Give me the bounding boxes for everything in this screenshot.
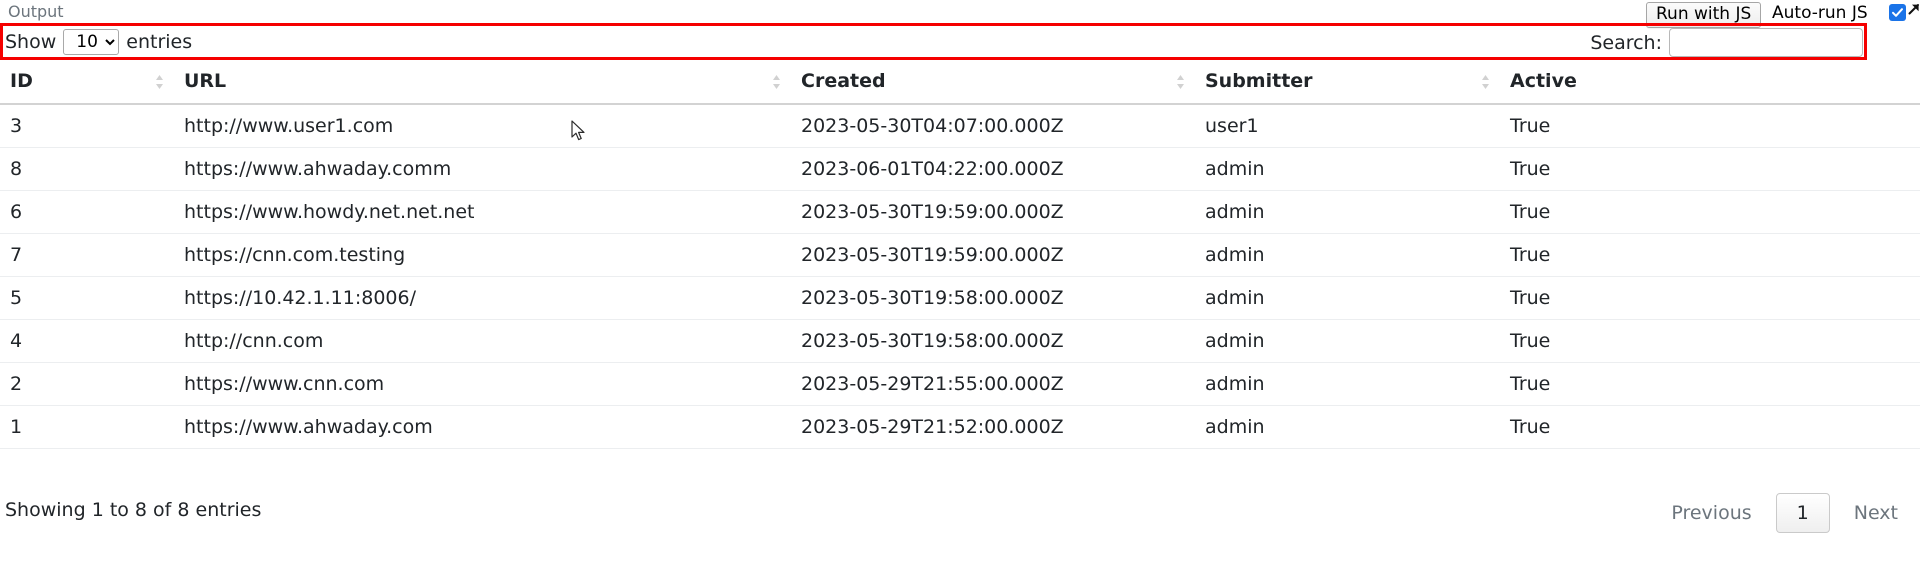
cell-submitter: admin (1195, 405, 1500, 449)
pagination-next[interactable]: Next (1840, 494, 1912, 532)
table-controls: Show 10 entries Search: (0, 23, 1920, 61)
cell-active: True (1500, 319, 1920, 363)
column-header-submitter[interactable]: Submitter (1195, 61, 1500, 105)
table-row[interactable]: 5 https://10.42.1.11:8006/2023-05-30T19:5… (0, 276, 1920, 320)
cell-id: 3 (0, 104, 174, 148)
cell-created: 2023-05-29T21:55:00.000Z (791, 362, 1195, 406)
page-length-control: Show 10 entries (5, 29, 192, 55)
table-header-row: ID URL Created Submitter Active (0, 61, 1920, 105)
cell-created: 2023-05-29T21:52:00.000Z (791, 405, 1195, 449)
results-table: ID URL Created Submitter Active 3 http:/… (0, 61, 1920, 449)
cell-url: https://www.ahwaday.com (174, 405, 791, 449)
column-header-active-label: Active (1510, 70, 1577, 92)
column-header-url[interactable]: URL (174, 61, 791, 105)
column-header-url-label: URL (184, 70, 227, 92)
sort-arrows-icon (1482, 75, 1489, 89)
sort-arrows-icon (156, 75, 163, 89)
column-header-created-label: Created (801, 70, 886, 92)
column-header-submitter-label: Submitter (1205, 70, 1313, 92)
search-label: Search: (1590, 31, 1662, 54)
results-table-wrapper: ID URL Created Submitter Active 3 http:/… (0, 61, 1920, 449)
cell-active: True (1500, 362, 1920, 406)
page-length-select[interactable]: 10 (63, 29, 120, 55)
auto-run-js-checkbox[interactable] (1889, 4, 1906, 21)
cell-created: 2023-05-30T19:59:00.000Z (791, 190, 1195, 234)
cell-created: 2023-05-30T19:59:00.000Z (791, 233, 1195, 277)
pagination: Previous 1 Next (1657, 493, 1912, 533)
cell-created: 2023-05-30T04:07:00.000Z (791, 104, 1195, 148)
cell-url: https://www.cnn.com (174, 362, 791, 406)
cell-id: 7 (0, 233, 174, 277)
table-row[interactable]: 6 https://www.howdy.net.net.net 2023-05-30… (0, 190, 1920, 234)
cell-url: https://10.42.1.11:8006/ (174, 276, 791, 320)
cell-url: https://www.ahwaday.comm (174, 147, 791, 191)
cell-url: http://cnn.com (174, 319, 791, 363)
cell-submitter: admin (1195, 190, 1500, 234)
table-row[interactable]: 4 http://cnn.com 2023-05-30T19:58:00.000Z a… (0, 319, 1920, 363)
cell-created: 2023-05-30T19:58:00.000Z (791, 319, 1195, 363)
cell-id: 8 (0, 147, 174, 191)
cell-url: https://www.howdy.net.net.net (174, 190, 791, 234)
entries-label: entries (126, 31, 193, 53)
table-head: ID URL Created Submitter Active (0, 61, 1920, 105)
auto-run-js-label: Auto-run JS (1772, 3, 1868, 23)
cell-active: True (1500, 190, 1920, 234)
cell-active: True (1500, 147, 1920, 191)
arrow-up-right-icon[interactable] (1905, 0, 1920, 18)
table-body: 3 http://www.user1.com 2023-05-30T04:07:00… (0, 104, 1920, 449)
output-label: Output (8, 2, 64, 21)
cell-active: True (1500, 104, 1920, 148)
cell-submitter: admin (1195, 362, 1500, 406)
checkmark-icon (1892, 8, 1903, 17)
pagination-previous[interactable]: Previous (1657, 494, 1765, 532)
cell-submitter: admin (1195, 233, 1500, 277)
table-footer: Showing 1 to 8 of 8 entries Previous 1 N… (0, 488, 1920, 538)
cell-created: 2023-05-30T19:58:00.000Z (791, 276, 1195, 320)
cell-active: True (1500, 276, 1920, 320)
column-header-created[interactable]: Created (791, 61, 1195, 105)
column-header-active[interactable]: Active (1500, 61, 1920, 105)
cell-active: True (1500, 233, 1920, 277)
table-row[interactable]: 2 https://www.cnn.com 2023-05-29T21:55:00.… (0, 362, 1920, 406)
cell-id: 5 (0, 276, 174, 320)
cell-created: 2023-06-01T04:22:00.000Z (791, 147, 1195, 191)
sort-arrows-icon (1177, 75, 1184, 89)
table-row[interactable]: 7 https://cnn.com.testing 2023-05-30T19:59… (0, 233, 1920, 277)
cell-submitter: admin (1195, 276, 1500, 320)
column-header-id-label: ID (10, 70, 33, 92)
cell-url: https://cnn.com.testing (174, 233, 791, 277)
cell-url: http://www.user1.com (174, 104, 791, 148)
cell-submitter: user1 (1195, 104, 1500, 148)
table-row[interactable]: 1 https://www.ahwaday.com 2023-05-29T21:52… (0, 405, 1920, 449)
column-header-id[interactable]: ID (0, 61, 174, 105)
cell-id: 6 (0, 190, 174, 234)
search-input[interactable] (1669, 28, 1863, 57)
cell-id: 1 (0, 405, 174, 449)
cell-submitter: admin (1195, 147, 1500, 191)
table-row[interactable]: 8 https://www.ahwaday.comm 2023-06-01T04:2… (0, 147, 1920, 191)
table-row[interactable]: 3 http://www.user1.com 2023-05-30T04:07:00… (0, 104, 1920, 148)
cell-id: 4 (0, 319, 174, 363)
cell-id: 2 (0, 362, 174, 406)
cell-submitter: admin (1195, 319, 1500, 363)
show-label: Show (5, 31, 57, 53)
cell-active: True (1500, 405, 1920, 449)
search-control: Search: (1590, 28, 1863, 57)
pagination-page-1[interactable]: 1 (1775, 493, 1830, 533)
sort-arrows-icon (773, 75, 780, 89)
output-panel: Output Run with JS Auto-run JS Show 10 e… (0, 0, 1920, 587)
table-info: Showing 1 to 8 of 8 entries (5, 499, 262, 521)
